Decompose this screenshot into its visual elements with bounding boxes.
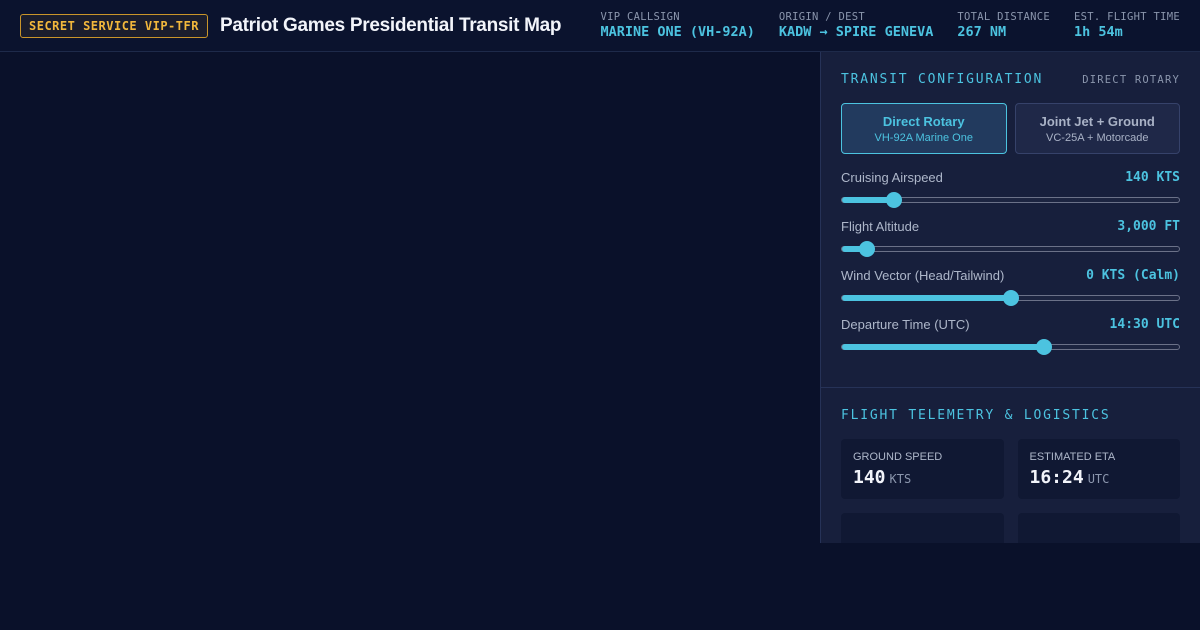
slider-fill <box>842 295 1011 301</box>
departure-time-slider[interactable] <box>841 339 1180 355</box>
estimated-eta-card: ESTIMATED ETA 16:24 UTC <box>1017 439 1180 499</box>
card-value: 16:24 <box>1029 467 1084 488</box>
transit-configuration-section: TRANSIT CONFIGURATION DIRECT ROTARY Dire… <box>821 52 1200 355</box>
slider-label: Departure Time (UTC) <box>841 317 970 332</box>
slider-value: 0 KTS (Calm) <box>1086 268 1180 283</box>
slider-header: Wind Vector (Head/Tailwind) 0 KTS (Calm) <box>841 268 1180 283</box>
slider-thumb[interactable] <box>859 241 876 257</box>
card-value: 140 <box>853 467 886 488</box>
stat-value: 1h 54m <box>1074 24 1123 40</box>
stat-total-distance: TOTAL DISTANCE 267 NM <box>957 11 1050 40</box>
slider-value: 3,000 FT <box>1117 219 1180 234</box>
airspeed-control: Cruising Airspeed 140 KTS <box>841 170 1180 208</box>
map-canvas[interactable] <box>0 52 820 630</box>
telemetry-cards: GROUND SPEED 140 KTS ESTIMATED ETA 16:24 U… <box>841 439 1180 543</box>
stat-value: KADW → SPIRE GENEVA <box>778 24 934 40</box>
card-value-row: 140 KTS <box>853 467 992 488</box>
card-label: GROUND SPEED <box>853 451 943 463</box>
section-title: FLIGHT TELEMETRY & LOGISTICS <box>841 408 1111 423</box>
slider-label: Flight Altitude <box>841 219 920 234</box>
telemetry-section: FLIGHT TELEMETRY & LOGISTICS GROUND SPEE… <box>821 388 1200 543</box>
slider-header: Cruising Airspeed 140 KTS <box>841 170 1180 185</box>
stat-flight-time: EST. FLIGHT TIME 1h 54m <box>1074 11 1180 40</box>
mode-subtitle: VC-25A + Motorcade <box>1046 131 1149 144</box>
wind-vector-slider[interactable] <box>841 290 1180 306</box>
stat-callsign: VIP CALLSIGN MARINE ONE (VH-92A) <box>600 11 754 40</box>
slider-value: 14:30 UTC <box>1109 317 1180 332</box>
mode-title: Direct Rotary <box>882 113 965 129</box>
altitude-slider[interactable] <box>841 241 1180 257</box>
slider-fill <box>842 344 1045 350</box>
mode-subtitle: VH-92A Marine One <box>874 131 973 144</box>
section-header: FLIGHT TELEMETRY & LOGISTICS <box>841 408 1180 423</box>
altitude-control: Flight Altitude 3,000 FT <box>841 219 1180 257</box>
card-unit: KTS <box>889 472 912 486</box>
card-label: ESTIMATED ETA <box>1029 451 1116 463</box>
slider-value: 140 KTS <box>1125 170 1180 185</box>
header-stats: VIP CALLSIGN MARINE ONE (VH-92A) ORIGIN … <box>600 11 1180 40</box>
stat-value: MARINE ONE (VH-92A) <box>600 24 755 40</box>
stat-label: TOTAL DISTANCE <box>957 11 1051 23</box>
stat-origin-dest: ORIGIN / DEST KADW → SPIRE GENEVA <box>779 11 933 40</box>
card-unit: UTC <box>1087 472 1110 486</box>
transit-mode-selector: Direct Rotary VH-92A Marine One Joint Je… <box>841 103 1180 154</box>
telemetry-card-placeholder <box>841 513 1004 543</box>
mode-joint-jet-ground-button[interactable]: Joint Jet + Ground VC-25A + Motorcade <box>1014 103 1180 154</box>
slider-header: Flight Altitude 3,000 FT <box>841 219 1180 234</box>
mode-tag: DIRECT ROTARY <box>1082 73 1180 86</box>
telemetry-card-placeholder <box>1017 513 1180 543</box>
ground-speed-card: GROUND SPEED 140 KTS <box>841 439 1004 499</box>
slider-thumb[interactable] <box>886 192 903 208</box>
airspeed-slider[interactable] <box>841 192 1180 208</box>
slider-label: Cruising Airspeed <box>841 170 943 185</box>
stat-label: EST. FLIGHT TIME <box>1074 11 1180 23</box>
top-bar: SECRET SERVICE VIP-TFR Patriot Games Pre… <box>0 0 1200 52</box>
section-header: TRANSIT CONFIGURATION DIRECT ROTARY <box>841 72 1180 87</box>
page-title: Patriot Games Presidential Transit Map <box>219 14 562 36</box>
slider-label: Wind Vector (Head/Tailwind) <box>841 268 1005 283</box>
slider-header: Departure Time (UTC) 14:30 UTC <box>841 317 1180 332</box>
section-title: TRANSIT CONFIGURATION <box>841 72 1044 87</box>
slider-thumb[interactable] <box>1002 290 1019 306</box>
stat-value: 267 NM <box>957 24 1007 40</box>
tfr-badge: SECRET SERVICE VIP-TFR <box>20 13 208 38</box>
card-value-row: 16:24 UTC <box>1030 467 1169 488</box>
mode-title: Joint Jet + Ground <box>1039 113 1155 129</box>
wind-vector-control: Wind Vector (Head/Tailwind) 0 KTS (Calm) <box>841 268 1180 306</box>
departure-time-control: Departure Time (UTC) 14:30 UTC <box>841 317 1180 355</box>
slider-thumb[interactable] <box>1036 339 1053 355</box>
control-panel: TRANSIT CONFIGURATION DIRECT ROTARY Dire… <box>820 52 1200 543</box>
stat-label: VIP CALLSIGN <box>600 11 680 23</box>
mode-direct-rotary-button[interactable]: Direct Rotary VH-92A Marine One <box>841 103 1007 154</box>
stat-label: ORIGIN / DEST <box>778 11 865 23</box>
